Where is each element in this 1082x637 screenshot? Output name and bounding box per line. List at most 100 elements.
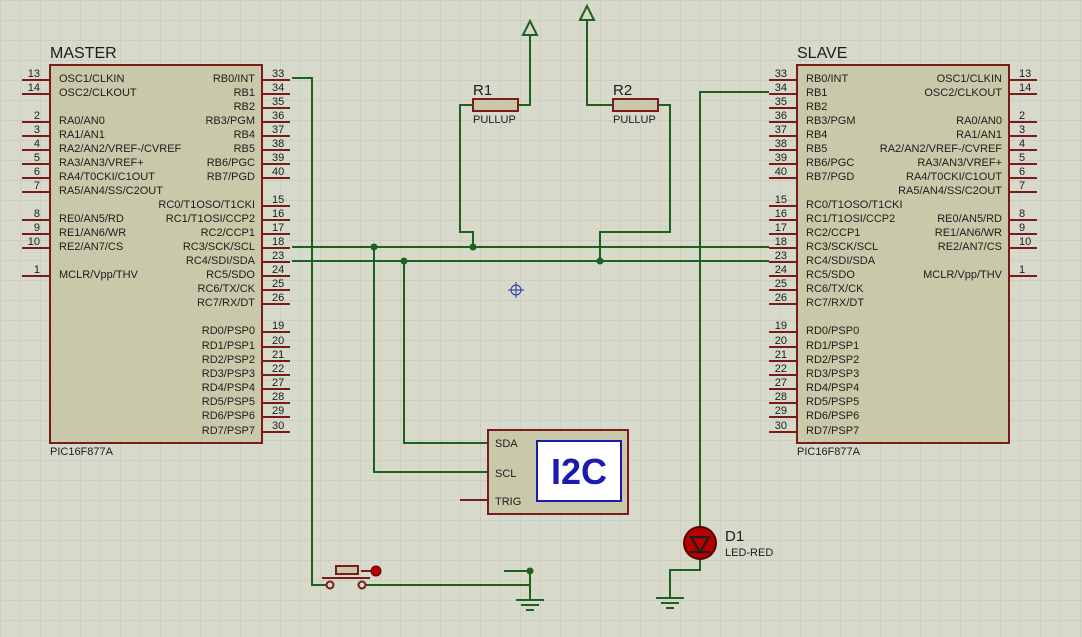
slave-pin-label: OSC1/CLKIN [937, 73, 1002, 85]
slave-pin-label: RB1 [806, 87, 827, 99]
slave-pin-label: RC5/SDO [806, 269, 855, 281]
led-ref: D1 [725, 528, 744, 545]
master-pin-label: RA1/AN1 [59, 129, 105, 141]
slave-pin-label: RD7/PSP7 [806, 425, 859, 437]
slave-pin-number: 16 [775, 208, 787, 220]
master-pin-number: 36 [272, 110, 284, 122]
master-pin-label: RB4 [234, 129, 255, 141]
slave-pin-label: RC6/TX/CK [806, 283, 864, 295]
slave-pin-number: 33 [775, 68, 787, 80]
slave-pin-number: 22 [775, 363, 787, 375]
slave-pin-number: 38 [775, 138, 787, 150]
master-pin-number: 33 [272, 68, 284, 80]
master-pin-number: 16 [272, 208, 284, 220]
r1-value: PULLUP [473, 114, 516, 126]
master-pin-label: RA3/AN3/VREF+ [59, 157, 144, 169]
master-pin-number: 22 [272, 363, 284, 375]
master-part: PIC16F877A [50, 446, 114, 458]
master-pin-number: 28 [272, 391, 284, 403]
slave-pin-label: RB6/PGC [806, 157, 854, 169]
slave-pin-number: 30 [775, 420, 787, 432]
i2c-title: I2C [551, 451, 607, 492]
slave-pin-label: RA1/AN1 [956, 129, 1002, 141]
slave-pin-number: 13 [1019, 68, 1031, 80]
slave-pin-number: 35 [775, 96, 787, 108]
slave-pin-label: RA5/AN4/SS/C2OUT [898, 185, 1002, 197]
slave-pin-label: RC0/T1OSO/T1CKI [806, 199, 903, 211]
master-pin-label: RB5 [234, 143, 255, 155]
slave-pin-label: RC1/T1OSI/CCP2 [806, 213, 895, 225]
master-pin-label: MCLR/Vpp/THV [59, 269, 139, 281]
slave-pin-number: 23 [775, 250, 787, 262]
master-pin-number: 3 [34, 124, 40, 136]
master-pin-label: RE0/AN5/RD [59, 213, 124, 225]
slave-pin-label: RD3/PSP3 [806, 368, 859, 380]
slave-pin-number: 4 [1019, 138, 1025, 150]
master-pin-number: 23 [272, 250, 284, 262]
slave-part: PIC16F877A [797, 446, 861, 458]
i2c-pin-sda: SDA [495, 438, 518, 450]
master-pin-number: 30 [272, 420, 284, 432]
master-pin-label: RC7/RX/DT [197, 297, 255, 309]
master-pin-label: RB2 [234, 101, 255, 113]
slave-pin-label: RE1/AN6/WR [935, 227, 1002, 239]
slave-pin-number: 15 [775, 194, 787, 206]
master-pin-label: RD2/PSP2 [202, 354, 255, 366]
schematic-canvas: MASTER PIC16F877A 13 OSC1/CLKIN14 OSC2/CLK… [0, 0, 1082, 637]
slave-pin-label: RD2/PSP2 [806, 354, 859, 366]
slave-pin-label: RC3/SCK/SCL [806, 241, 878, 253]
master-pin-number: 34 [272, 82, 284, 94]
slave-name: SLAVE [797, 45, 847, 62]
master-pin-number: 26 [272, 292, 284, 304]
slave-pin-number: 24 [775, 264, 787, 276]
slave-pin-number: 6 [1019, 166, 1025, 178]
master-pin-number: 7 [34, 180, 40, 192]
master-pin-number: 6 [34, 166, 40, 178]
master-pin-number: 1 [34, 264, 40, 276]
r2-value: PULLUP [613, 114, 656, 126]
master-pin-label: RC3/SCK/SCL [183, 241, 255, 253]
master-pin-label: RC0/T1OSO/T1CKI [158, 199, 255, 211]
master-pin-label: RD1/PSP1 [202, 340, 255, 352]
slave-pin-number: 19 [775, 320, 787, 332]
master-pin-number: 40 [272, 166, 284, 178]
slave-pin-number: 9 [1019, 222, 1025, 234]
slave-pin-number: 37 [775, 124, 787, 136]
master-pin-number: 18 [272, 236, 284, 248]
master-pin-number: 14 [28, 82, 40, 94]
slave-pin-label: RB4 [806, 129, 827, 141]
r2-ref: R2 [613, 82, 632, 99]
slave-pin-number: 8 [1019, 208, 1025, 220]
master-microcontroller[interactable]: MASTER PIC16F877A 13 OSC1/CLKIN14 OSC2/CLK… [22, 45, 290, 458]
slave-pin-number: 7 [1019, 180, 1025, 192]
button-indicator-icon[interactable] [370, 565, 382, 577]
slave-pin-number: 2 [1019, 110, 1025, 122]
master-pin-number: 5 [34, 152, 40, 164]
slave-pin-number: 28 [775, 391, 787, 403]
master-pin-label: RB3/PGM [205, 115, 255, 127]
slave-pin-number: 27 [775, 377, 787, 389]
master-pin-label: RD6/PSP6 [202, 410, 255, 422]
master-pin-number: 8 [34, 208, 40, 220]
slave-pin-label: MCLR/Vpp/THV [923, 269, 1003, 281]
master-pin-number: 25 [272, 278, 284, 290]
master-pin-number: 4 [34, 138, 40, 150]
slave-microcontroller[interactable]: SLAVE PIC16F877A 33 RB0/INT34 RB135 RB236 RB… [769, 45, 1037, 458]
master-pin-label: RA2/AN2/VREF-/CVREF [59, 143, 182, 155]
master-pin-label: RA4/T0CKI/C1OUT [59, 171, 155, 183]
master-pin-number: 10 [28, 236, 40, 248]
master-pin-number: 21 [272, 349, 284, 361]
master-pin-number: 37 [272, 124, 284, 136]
slave-pin-number: 18 [775, 236, 787, 248]
master-pin-number: 20 [272, 335, 284, 347]
master-pin-label: RB1 [234, 87, 255, 99]
slave-pin-number: 40 [775, 166, 787, 178]
slave-pin-label: RA2/AN2/VREF-/CVREF [880, 143, 1003, 155]
master-pin-label: RB7/PGD [207, 171, 255, 183]
master-pin-label: RE2/AN7/CS [59, 241, 123, 253]
master-pin-label: RD5/PSP5 [202, 396, 255, 408]
master-pin-number: 29 [272, 405, 284, 417]
master-pin-label: RD3/PSP3 [202, 368, 255, 380]
master-pin-label: RC5/SDO [206, 269, 255, 281]
master-pin-label: RC6/TX/CK [198, 283, 256, 295]
